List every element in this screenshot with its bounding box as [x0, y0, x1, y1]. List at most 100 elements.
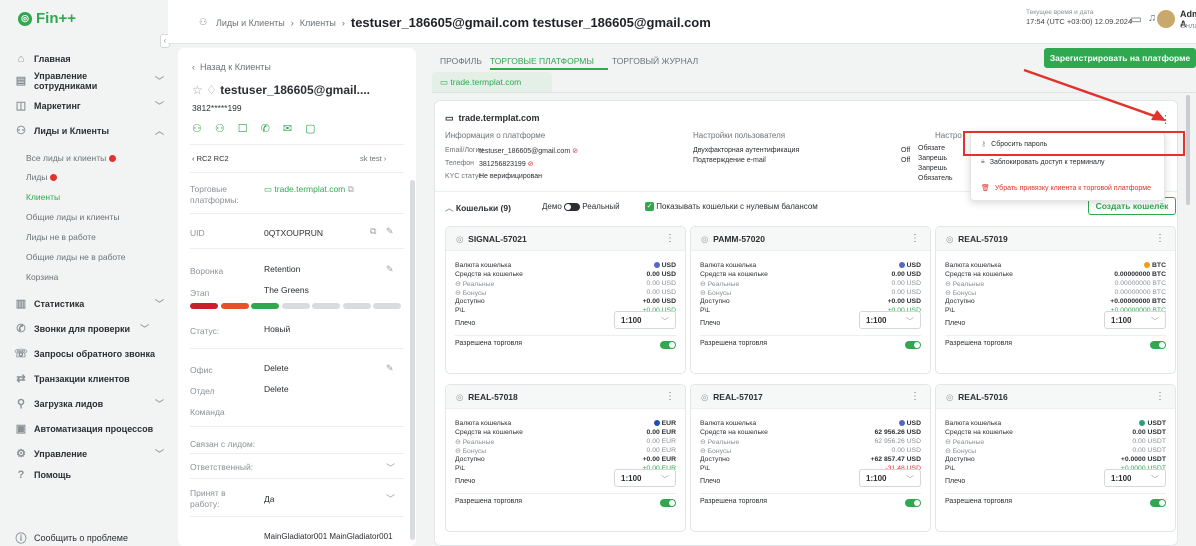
uid-value: 0QTXOUPRUN [264, 228, 324, 238]
leverage-label: Плечо [945, 478, 966, 485]
wallets-toggle[interactable]: ︿ Кошельки (9) [445, 202, 511, 214]
edit-icon[interactable]: ✎ [386, 264, 394, 275]
trading-toggle[interactable] [905, 340, 921, 349]
sidebar-item-label: Управление сотрудниками [34, 71, 98, 91]
app-logo[interactable]: ◎ Fin++ [18, 10, 76, 27]
wallet-menu-button[interactable]: ⋮ [1155, 233, 1165, 244]
stage-segment[interactable] [190, 303, 218, 309]
report-problem-link[interactable]: ⓘ Сообщить о проблеме [14, 530, 164, 546]
sidebar-sub-shared[interactable]: Общие лиды и клиенты [26, 212, 120, 222]
trading-toggle[interactable] [905, 498, 921, 507]
demo-real-switch[interactable]: Демо Реальный [542, 202, 620, 211]
leverage-select[interactable]: 1:100 ﹀ [1104, 469, 1166, 487]
sidebar-sub-trash[interactable]: Корзина [26, 272, 58, 282]
chevron-down-icon[interactable]: ﹀ [386, 461, 395, 474]
copy-icon[interactable]: ⧉ [370, 226, 376, 237]
accepted-value: Да [264, 494, 275, 504]
profile-scrollbar[interactable] [410, 180, 415, 540]
block-terminal-item[interactable]: 🔒︎ Заблокировать доступ к терминалу [981, 158, 1105, 166]
back-link[interactable]: ‹ Назад к Клиенты [192, 62, 271, 72]
desk-next[interactable]: sk test › [360, 154, 386, 163]
wallet-menu-button[interactable]: ⋮ [1155, 391, 1165, 402]
star-icon[interactable]: ☆ [192, 83, 203, 97]
sidebar-sub-leads[interactable]: Лиды [26, 172, 58, 182]
breadcrumb-leads[interactable]: Лиды и Клиенты [216, 18, 285, 28]
trading-toggle[interactable] [1150, 498, 1166, 507]
show-zero-checkbox[interactable]: ✓ Показывать кошельки с нулевым балансом [645, 202, 818, 212]
leverage-select[interactable]: 1:100 ﹀ [859, 311, 921, 329]
stage-segment[interactable] [251, 303, 279, 309]
wallet-row: ⊖ Бонусы 0.00000000 BTC [945, 289, 1166, 297]
sidebar-sub-inactive[interactable]: Лиды не в работе [26, 232, 96, 242]
sidebar-sub-shared-inactive[interactable]: Общие лиды не в работе [26, 252, 126, 262]
desk-prev[interactable]: ‹ RC2 RC2 [192, 154, 229, 163]
stage-segment[interactable] [373, 303, 401, 309]
edit-icon[interactable]: ✎ [386, 226, 394, 237]
wallet-card: ◎ REAL-57018 ⋮ Валюта кошелька EUR Средств н… [445, 384, 686, 532]
leverage-select[interactable]: 1:100 ﹀ [614, 311, 676, 329]
sidebar-item-marketing[interactable]: ◫ Маркетинг ﹀ [14, 99, 164, 112]
sidebar-item-management[interactable]: ⚙ Управление ﹀ [14, 447, 164, 460]
breadcrumb-clients[interactable]: Клиенты [300, 18, 336, 28]
sidebar-item-staff[interactable]: ▤ Управление сотрудниками ﹀ [14, 71, 164, 91]
sidebar-item-help[interactable]: ? Помощь [14, 469, 164, 481]
demo-real-toggle[interactable] [564, 202, 581, 211]
staff-icon: ▤ [15, 75, 27, 87]
sidebar-item-automation[interactable]: ▣ Автоматизация процессов [14, 422, 164, 435]
chart-icon: ▥ [15, 298, 27, 310]
checkbox-checked-icon[interactable]: ✓ [645, 202, 654, 212]
main-scrollbar[interactable] [1186, 95, 1190, 205]
trading-toggle[interactable] [660, 498, 676, 507]
add-user-icon[interactable]: ⚇ [192, 122, 202, 135]
mail-icon[interactable]: ✉ [283, 122, 292, 135]
unlink-platform-item[interactable]: 🗑︎ Убрать привязку клиента к торговой пла… [981, 184, 1151, 193]
wallet-menu-button[interactable]: ⋮ [910, 233, 920, 244]
chevron-down-icon[interactable]: ﹀ [386, 492, 395, 505]
chevron-down-icon: ﹀ [1151, 317, 1159, 326]
trading-toggle[interactable] [1150, 340, 1166, 349]
leverage-select[interactable]: 1:100 ﹀ [614, 469, 676, 487]
call-icon[interactable]: ✆ [261, 122, 270, 135]
annotation-arrow [1023, 68, 1166, 121]
calendar-icon[interactable]: ▭ [1128, 12, 1144, 28]
client-profile-panel: ‹ Назад к Клиенты ☆ ♢ testuser_186605@gm… [178, 48, 416, 546]
sidebar-item-upload[interactable]: ⚲ Загрузка лидов ﹀ [14, 397, 164, 410]
sidebar-item-callbacks[interactable]: ☏ Запросы обратного звонка [14, 347, 164, 360]
sidebar-sub-all[interactable]: Все лиды и клиенты [26, 153, 117, 163]
leverage-select[interactable]: 1:100 ﹀ [859, 469, 921, 487]
register-on-platform-button[interactable]: Зарегистрировать на платформе [1044, 48, 1196, 68]
users-icon: ⚇ [16, 125, 26, 137]
tab-journal[interactable]: ТОРГОВЫЙ ЖУРНАЛ [612, 56, 698, 66]
wallet-menu-button[interactable]: ⋮ [665, 391, 675, 402]
notification-dot [50, 174, 58, 182]
sidebar-item-home[interactable]: ⌂ Главная [14, 53, 164, 65]
chat-icon[interactable]: ☐ [238, 122, 248, 135]
subtab-platform[interactable]: ▭ trade.termplat.com [432, 72, 552, 92]
wallet-menu-button[interactable]: ⋮ [910, 391, 920, 402]
avatar[interactable] [1157, 10, 1175, 28]
sidebar-item-calls[interactable]: ✆ Звонки для проверки ﹀ [14, 322, 164, 335]
wallet-row: ⊖ Бонусы 0.00 USDT [945, 447, 1166, 455]
leverage-label: Плечо [700, 320, 721, 327]
sidebar-item-transactions[interactable]: ⇄ Транзакции клиентов [14, 372, 164, 385]
wallet-name: ◎ REAL-57016 [946, 392, 1008, 402]
sidebar-item-leads[interactable]: ⚇ Лиды и Клиенты ︿ [14, 124, 164, 137]
edit-icon[interactable]: ✎ [386, 363, 394, 374]
platform-link[interactable]: ▭ trade.termplat.com ⧉ [264, 184, 354, 195]
sidebar-sub-clients[interactable]: Клиенты [26, 192, 60, 202]
funnel-label: Воронка [190, 266, 224, 276]
stage-segment[interactable] [342, 303, 371, 309]
assign-user-icon[interactable]: ⚇ [215, 122, 225, 135]
stage-segment[interactable] [281, 303, 310, 309]
bell-icon[interactable]: ♢ [206, 83, 217, 97]
tab-profile[interactable]: ПРОФИЛЬ [440, 56, 482, 66]
wallet-menu-button[interactable]: ⋮ [665, 233, 675, 244]
message-icon[interactable]: ▢ [305, 122, 315, 135]
trading-label: Разрешена торговля [455, 340, 523, 347]
trading-toggle[interactable] [660, 340, 676, 349]
sidebar-item-stats[interactable]: ▥ Статистика ﹀ [14, 297, 164, 310]
leverage-select[interactable]: 1:100 ﹀ [1104, 311, 1166, 329]
tab-platforms[interactable]: ТОРГОВЫЕ ПЛАТФОРМЫ [490, 56, 594, 66]
stage-segment[interactable] [312, 303, 340, 309]
stage-segment[interactable] [220, 303, 249, 309]
